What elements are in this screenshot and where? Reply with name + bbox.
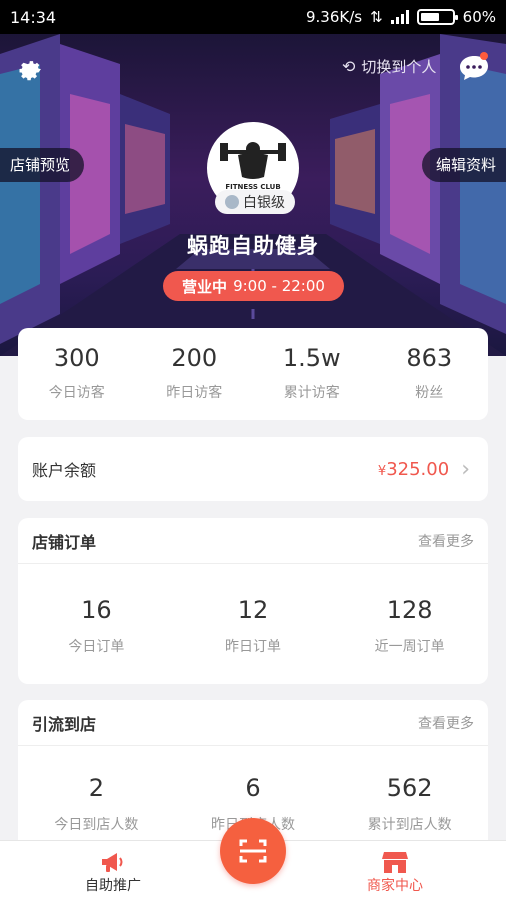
edit-profile-button[interactable]: 编辑资料 [421, 148, 506, 182]
shop-orders-card: 店铺订单 查看更多 16 今日订单 12 昨日订单 128 近一周订单 [18, 518, 488, 684]
badge-label: 白银级 [243, 195, 285, 211]
status-indicators: 9.36K/s ⇅ 60% [306, 8, 496, 26]
shop-header: ⟲ 切换到个人 店铺预览 编辑资料 FITNESS CLUB 白银级 蜗跑自助健… [0, 34, 506, 356]
stat-label: 累计到店人数 [367, 817, 452, 833]
stat-label: 累计访客 [283, 385, 340, 401]
stat-value: 200 [171, 344, 218, 372]
currency-symbol: ¥ [377, 463, 387, 479]
notification-dot [480, 52, 488, 60]
stat-value: 16 [81, 596, 112, 624]
stat-value: 562 [386, 774, 433, 802]
megaphone-icon [102, 853, 123, 872]
balance-amount: ¥325.00 › [378, 457, 470, 482]
chevron-right-icon: › [461, 456, 470, 482]
settings-icon[interactable] [16, 54, 44, 82]
orders-today[interactable]: 16 今日订单 [18, 596, 175, 656]
orders-header: 店铺订单 查看更多 [18, 518, 488, 564]
stat-value: 1.5w [282, 344, 341, 372]
stat-total-visitors[interactable]: 1.5w 累计访客 [253, 328, 371, 420]
nav-merchant-center[interactable]: 商家中心 [335, 849, 455, 895]
traffic-today[interactable]: 2 今日到店人数 [18, 774, 175, 834]
stat-value: 12 [237, 596, 269, 624]
traffic-title: 引流到店 [32, 714, 97, 734]
stat-fans[interactable]: 863 粉丝 [371, 328, 489, 420]
message-button[interactable] [458, 52, 490, 82]
business-hours: 营业中 9:00 - 22:00 [163, 271, 344, 301]
stat-label: 昨日访客 [166, 385, 223, 401]
stat-label: 今日订单 [68, 639, 125, 655]
stat-label: 昨日订单 [225, 639, 281, 655]
orders-view-more-link[interactable]: 查看更多 [418, 531, 474, 551]
stat-yesterday-visitors[interactable]: 200 昨日访客 [136, 328, 254, 420]
balance-label: 账户余额 [32, 461, 97, 480]
switch-icon: ⟲ [342, 57, 356, 76]
silver-medal-icon [225, 195, 239, 209]
stat-value: 300 [53, 344, 100, 372]
store-preview-button[interactable]: 店铺预览 [0, 148, 85, 182]
status-bar: 14:34 9.36K/s ⇅ 60% [0, 0, 506, 34]
stat-label: 今日访客 [48, 385, 105, 401]
stat-value: 128 [386, 596, 433, 624]
shop-name: 蜗跑自助健身 [187, 234, 319, 258]
battery-icon [416, 9, 458, 25]
network-speed: 9.36K/s [305, 8, 363, 26]
stat-label: 粉丝 [415, 385, 444, 401]
stat-value: 2 [88, 774, 104, 802]
traffic-view-more-link[interactable]: 查看更多 [418, 713, 474, 733]
data-arrows-icon: ⇅ [370, 8, 383, 26]
traffic-header: 引流到店 查看更多 [18, 700, 488, 746]
switch-label: 切换到个人 [361, 58, 437, 76]
orders-stats: 16 今日订单 12 昨日订单 128 近一周订单 [18, 564, 488, 656]
account-balance-row[interactable]: 账户余额 ¥325.00 › [18, 437, 488, 501]
nav-label: 商家中心 [367, 878, 423, 894]
switch-to-personal-button[interactable]: ⟲ 切换到个人 [342, 56, 436, 77]
visitor-stats-card: 300 今日访客 200 昨日访客 1.5w 累计访客 863 粉丝 [18, 328, 488, 420]
balance-value: 325.00 [386, 458, 450, 480]
traffic-total[interactable]: 562 累计到店人数 [331, 774, 488, 834]
nav-self-promotion[interactable]: 自助推广 [53, 849, 173, 895]
scan-icon [239, 839, 267, 863]
stat-value: 863 [406, 344, 453, 372]
signal-icon [390, 10, 409, 24]
orders-yesterday[interactable]: 12 昨日订单 [175, 596, 332, 656]
orders-week[interactable]: 128 近一周订单 [331, 596, 488, 656]
nav-label: 自助推广 [85, 878, 141, 894]
stat-label: 今日到店人数 [54, 817, 139, 833]
stat-label: 近一周订单 [374, 639, 445, 655]
stat-today-visitors[interactable]: 300 今日访客 [18, 328, 136, 420]
business-status: 营业中 [182, 277, 228, 296]
member-level-badge: 白银级 [215, 190, 295, 214]
orders-title: 店铺订单 [32, 532, 97, 552]
battery-percent: 60% [462, 8, 496, 26]
scan-button[interactable] [220, 818, 286, 884]
store-icon [382, 852, 408, 873]
status-time: 14:34 [10, 7, 57, 27]
stat-value: 6 [245, 774, 261, 802]
business-hours-time: 9:00 - 22:00 [233, 277, 325, 295]
